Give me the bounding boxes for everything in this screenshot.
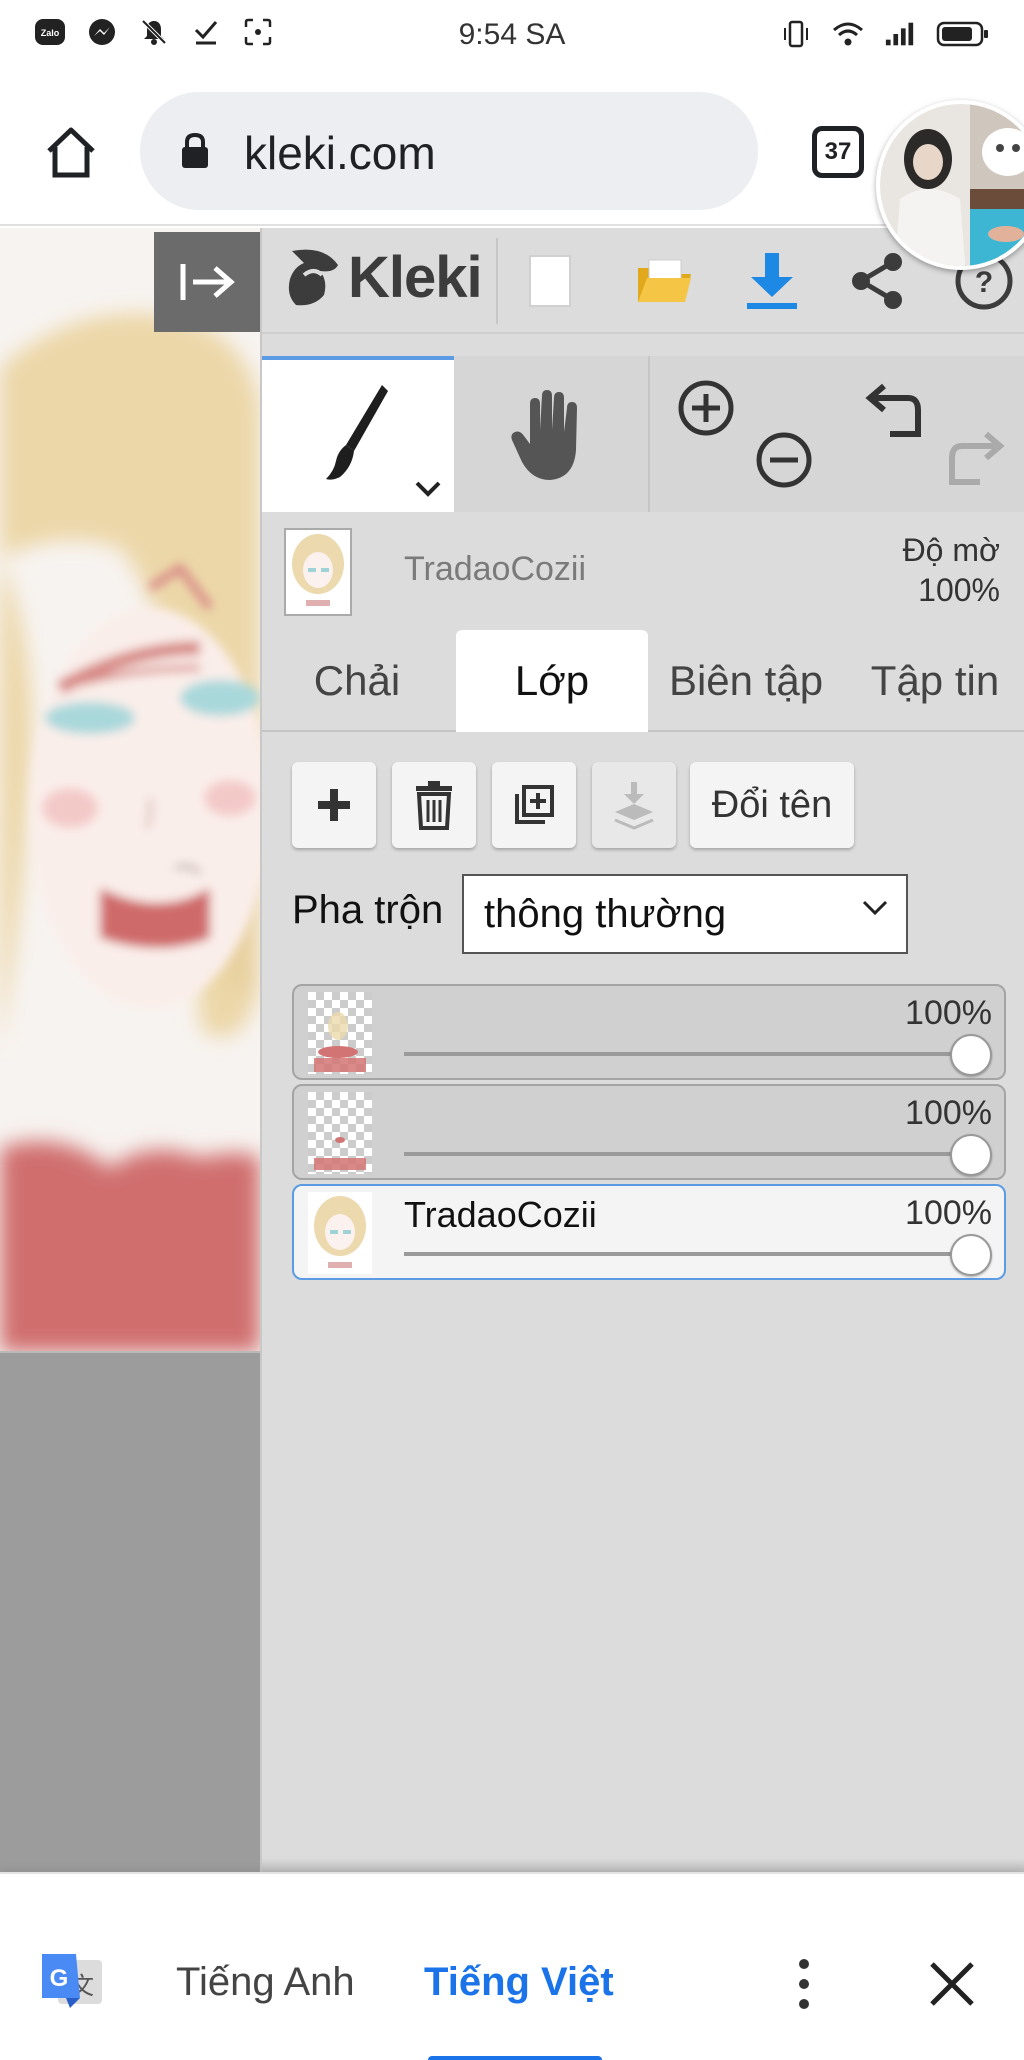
svg-text:?: ?: [975, 266, 993, 299]
vibrate-icon: [780, 18, 812, 50]
kleki-side-panel: Kleki ? TradaoCozii Độ mờ 100% Chải Lớp …: [260, 228, 1024, 1872]
status-bar: Zalo 9:54 SA: [0, 0, 1024, 76]
battery-icon: [936, 18, 990, 50]
new-file-button[interactable]: [514, 248, 586, 314]
layer-opacity: 100%: [905, 994, 992, 1032]
layer-opacity-slider[interactable]: [404, 1152, 964, 1156]
add-layer-button[interactable]: [292, 762, 376, 848]
layer-opacity: 100%: [905, 1094, 992, 1132]
tab-edit[interactable]: Biên tập: [648, 630, 844, 732]
home-button[interactable]: [40, 121, 102, 183]
redo-button[interactable]: [942, 426, 1006, 490]
rename-layer-button[interactable]: Đổi tên: [690, 762, 854, 848]
lock-icon: [180, 132, 210, 175]
layer-opacity-slider[interactable]: [404, 1052, 964, 1056]
undo-icon: [865, 383, 921, 437]
panel-tabs: Chải Lớp Biên tập Tập tin: [262, 630, 1024, 732]
opacity-label: Độ mờ: [902, 532, 1000, 568]
layer-item-2[interactable]: 100%: [292, 1084, 1006, 1180]
save-download-button[interactable]: [736, 248, 808, 314]
tab-file[interactable]: Tập tin: [844, 630, 1024, 732]
collapse-arrow-icon: [180, 264, 235, 300]
opacity-value: 100%: [918, 572, 1000, 608]
translate-target-language[interactable]: Tiếng Việt: [424, 1960, 614, 2005]
zoom-out-button[interactable]: [754, 430, 814, 490]
translate-close-button[interactable]: [926, 1958, 978, 2010]
url-text: kleki.com: [244, 127, 436, 179]
layer-opacity: 100%: [905, 1194, 992, 1232]
google-translate-icon[interactable]: 文G: [40, 1950, 104, 2014]
collapse-panel-button[interactable]: [154, 232, 260, 332]
download-icon: [747, 253, 797, 309]
duplicate-layer-button[interactable]: [492, 762, 576, 848]
zoom-in-icon: [678, 380, 734, 436]
undo-button[interactable]: [864, 378, 928, 442]
brush-icon: [326, 385, 388, 480]
browser-toolbar: kleki.com 37: [0, 76, 1024, 270]
share-button[interactable]: [842, 248, 914, 314]
translate-source-language[interactable]: Tiếng Anh: [176, 1960, 355, 2005]
layer-item-1[interactable]: 100%: [292, 984, 1006, 1080]
chevron-down-icon: [415, 481, 441, 497]
blend-mode-select[interactable]: thông thường: [462, 874, 908, 954]
drawing-canvas[interactable]: [0, 228, 260, 1872]
share-icon: [852, 253, 902, 309]
active-layer-thumbnail: [284, 528, 352, 616]
status-right-icons: [780, 18, 990, 50]
layer-item-3[interactable]: TradaoCozii 100%: [292, 1184, 1006, 1280]
merge-down-button[interactable]: [592, 762, 676, 848]
trash-icon: [416, 781, 452, 830]
kleki-logo-icon: [288, 249, 338, 305]
merge-down-icon: [614, 782, 654, 830]
blend-mode-value: thông thường: [484, 891, 727, 936]
layer-name: TradaoCozii: [404, 1194, 597, 1235]
close-icon: [930, 1962, 974, 2006]
svg-text:G: G: [50, 1965, 69, 1992]
layer-opacity-handle[interactable]: [950, 1234, 992, 1276]
delete-layer-button[interactable]: [392, 762, 476, 848]
plus-icon: [318, 789, 350, 821]
toolbar-divider: [496, 238, 498, 324]
chevron-down-icon: [862, 900, 888, 916]
kleki-logo: Kleki: [284, 244, 483, 311]
zoom-out-icon: [756, 432, 812, 488]
translate-bar: 文G Tiếng Anh Tiếng Việt: [0, 1872, 1024, 2060]
tool-row: [262, 356, 1024, 512]
hand-tool-button[interactable]: [456, 356, 646, 512]
selected-language-indicator: [428, 2056, 602, 2060]
app-root: Zalo 9:54 SA kleki.com 37 Kleki ? Tradao…: [0, 0, 1024, 2060]
translate-more-button[interactable]: [784, 1954, 824, 2014]
panel-bottom-edge: [262, 1858, 1024, 1872]
opacity-readout: Độ mờ 100%: [903, 530, 1000, 610]
tool-divider: [648, 356, 650, 512]
signal-icon: [884, 18, 916, 50]
layer-thumbnail: [308, 1192, 372, 1274]
home-icon: [47, 127, 95, 178]
artwork-image: [0, 228, 260, 1872]
brush-tool-button[interactable]: [262, 356, 454, 512]
address-bar[interactable]: kleki.com: [140, 92, 758, 210]
tab-brush[interactable]: Chải: [262, 630, 452, 732]
tab-switcher-button[interactable]: 37: [812, 126, 864, 178]
layer-thumbnail: [308, 1092, 372, 1174]
layer-opacity-handle[interactable]: [950, 1134, 992, 1176]
active-layer-info: TradaoCozii Độ mờ 100%: [262, 514, 1024, 624]
new-file-icon: [529, 255, 571, 307]
layer-opacity-handle[interactable]: [950, 1034, 992, 1076]
more-vert-icon: [799, 1959, 809, 2009]
zoom-in-button[interactable]: [676, 378, 736, 438]
kleki-logo-text: Kleki: [348, 245, 483, 310]
active-layer-name: TradaoCozii: [404, 550, 587, 588]
wifi-icon: [832, 18, 864, 50]
redo-icon: [949, 431, 1005, 485]
layer-thumbnail: [308, 992, 372, 1074]
duplicate-icon: [515, 785, 554, 824]
hand-icon: [511, 390, 577, 480]
layer-opacity-slider[interactable]: [404, 1252, 964, 1256]
tab-layers[interactable]: Lớp: [456, 630, 648, 732]
blend-mode-label: Pha trộn: [292, 888, 444, 932]
open-folder-icon: [638, 259, 691, 302]
open-file-button[interactable]: [628, 248, 700, 314]
